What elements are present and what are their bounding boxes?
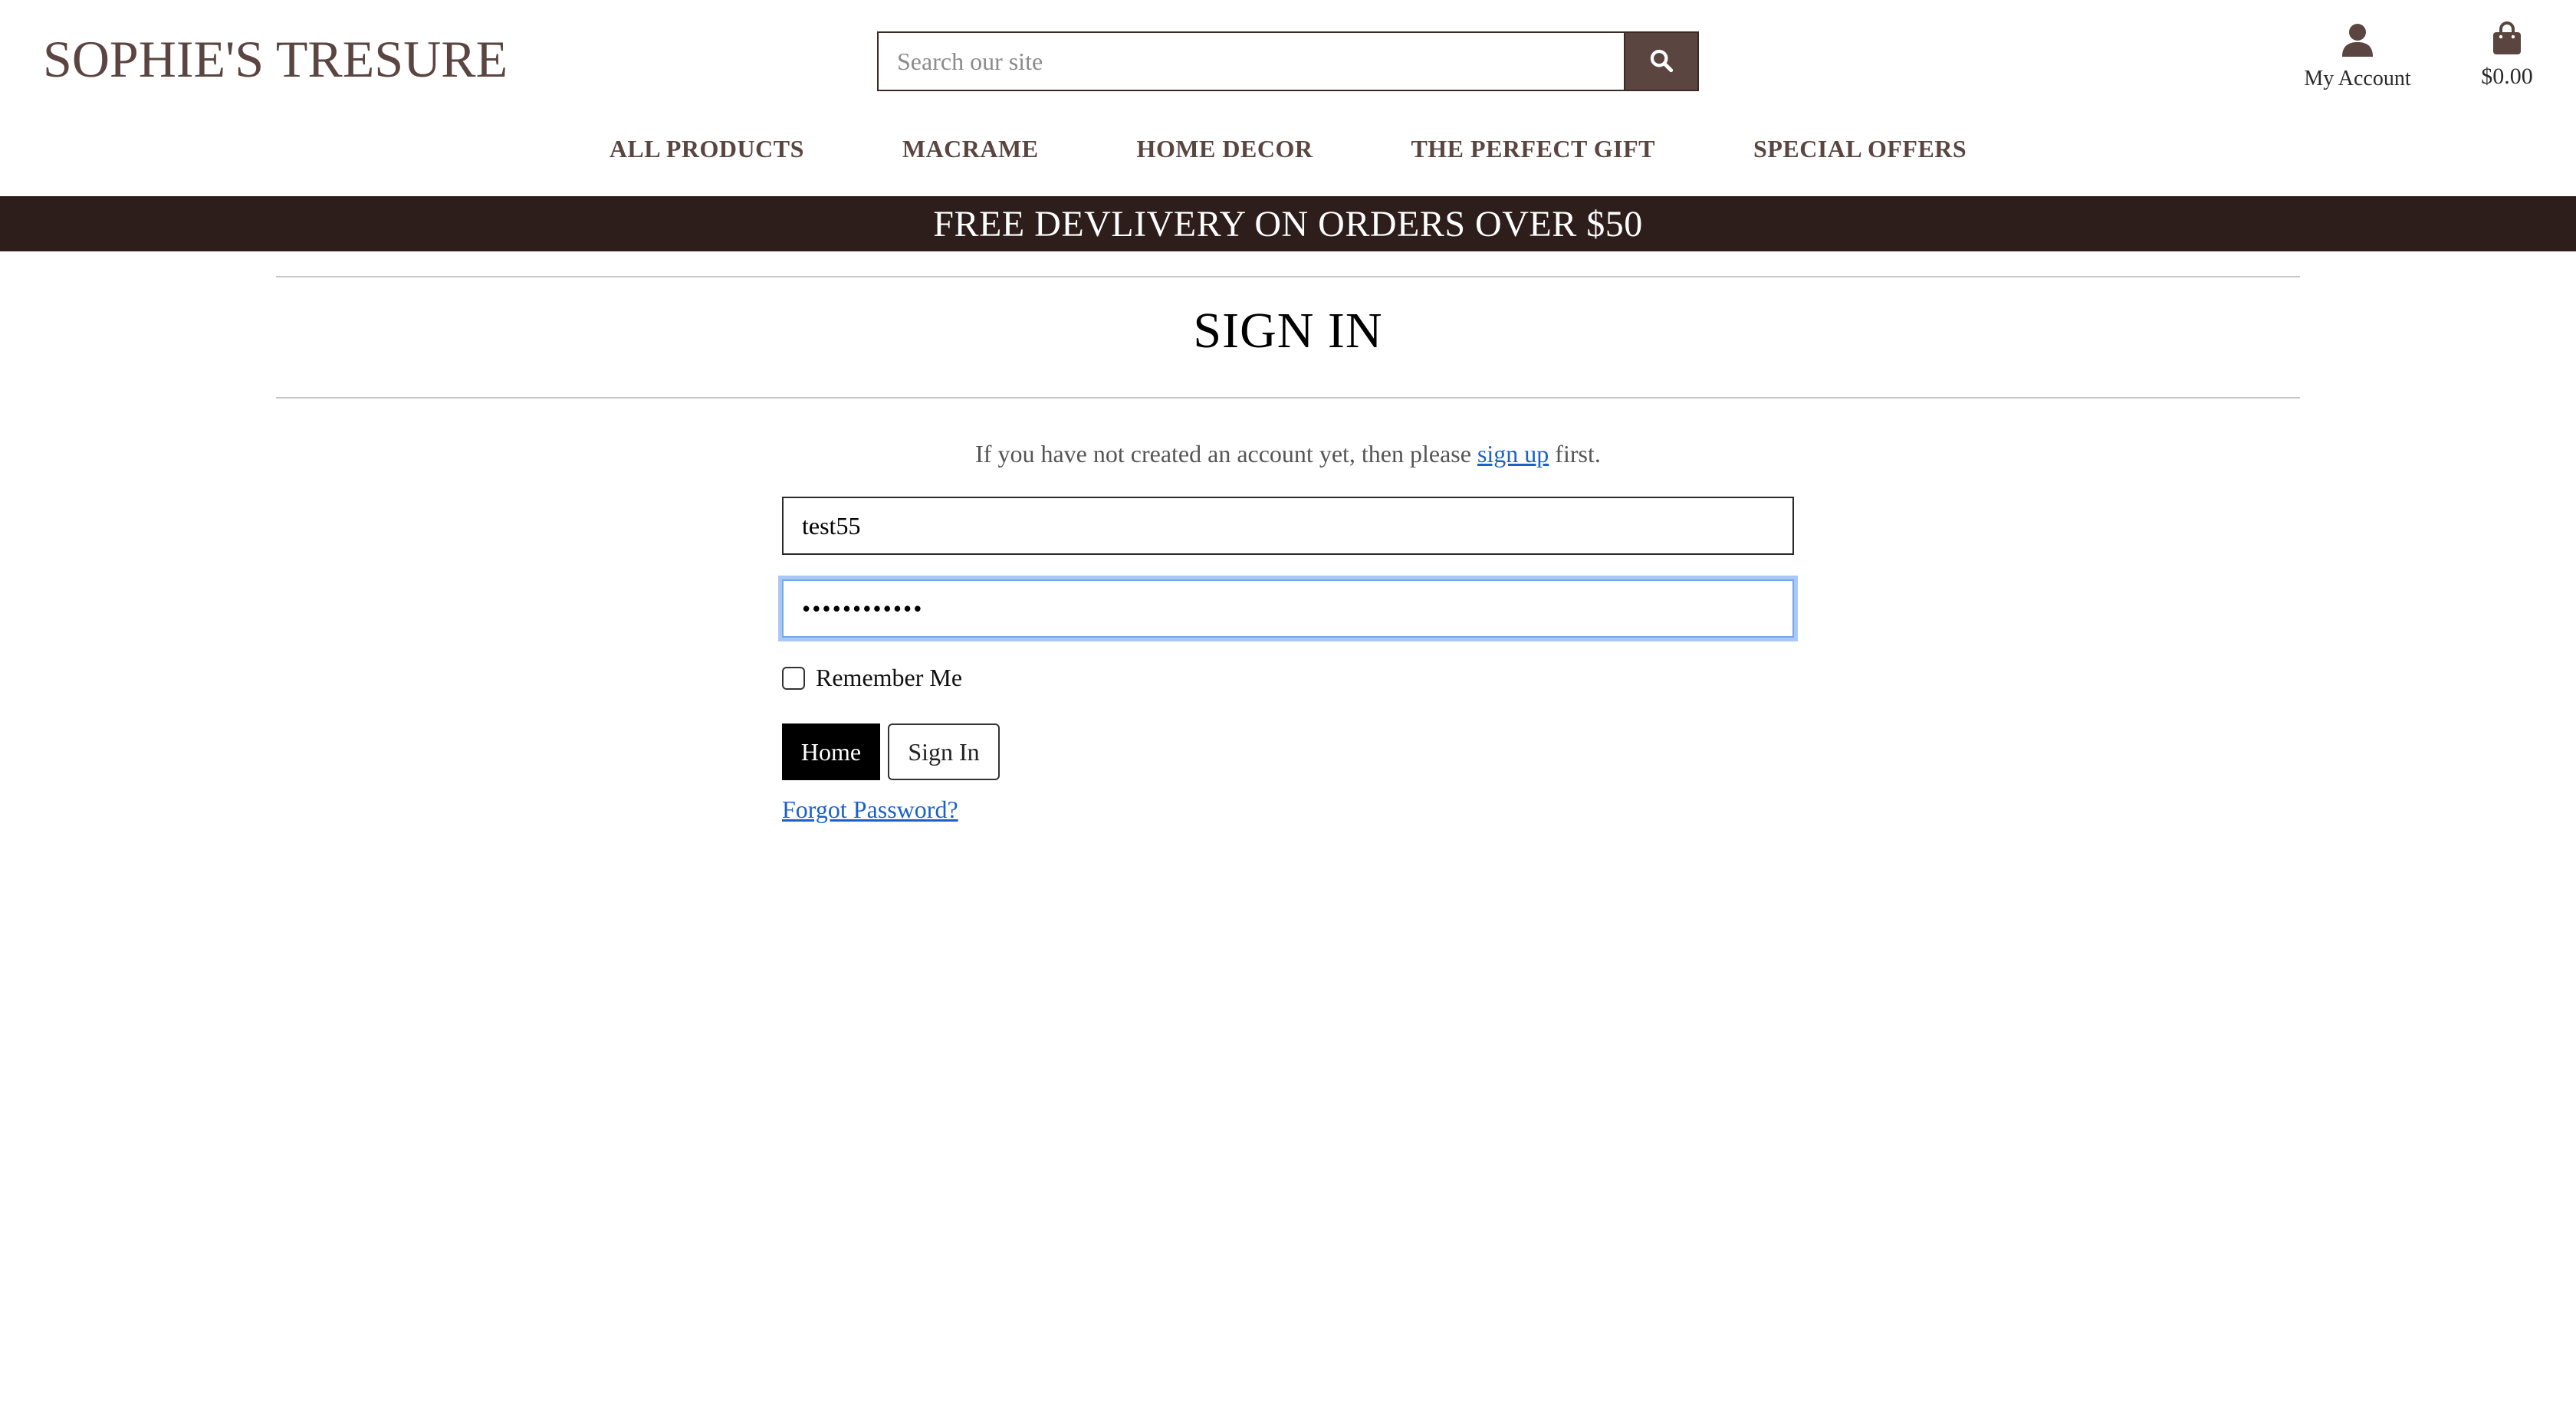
nav-home-decor[interactable]: HOME DECOR <box>1137 135 1313 163</box>
remember-me-checkbox[interactable] <box>782 666 805 690</box>
divider-bottom <box>276 397 2300 399</box>
username-field[interactable] <box>782 497 1794 555</box>
signup-prompt-after: first. <box>1549 440 1601 468</box>
cart-link[interactable]: $0.00 <box>2469 21 2545 90</box>
promo-banner: FREE DEVLIVERY ON ORDERS OVER $50 <box>0 196 2576 251</box>
search-input[interactable] <box>877 31 1624 91</box>
main-nav: ALL PRODUCTS MACRAME HOME DECOR THE PERF… <box>0 135 2576 163</box>
search-button[interactable] <box>1624 31 1699 91</box>
signup-prompt: If you have not created an account yet, … <box>0 437 2576 471</box>
nav-macrame[interactable]: MACRAME <box>902 135 1039 163</box>
nav-special-offers[interactable]: SPECIAL OFFERS <box>1753 135 1967 163</box>
signup-prompt-before: If you have not created an account yet, … <box>975 440 1477 468</box>
nav-all-products[interactable]: ALL PRODUCTS <box>610 135 804 163</box>
my-account-link[interactable]: My Account <box>2292 23 2423 91</box>
shopping-bag-icon <box>2492 21 2522 59</box>
site-logo[interactable]: SOPHIE'S TRESURE <box>43 28 508 90</box>
my-account-label: My Account <box>2304 67 2411 90</box>
forgot-password-link[interactable]: Forgot Password? <box>782 796 958 824</box>
divider-top <box>276 276 2300 277</box>
home-button[interactable]: Home <box>782 723 880 780</box>
search-icon <box>1648 48 1674 76</box>
user-icon <box>2342 23 2373 62</box>
page-title: SIGN IN <box>1193 303 1383 359</box>
password-field[interactable] <box>782 579 1794 638</box>
search-bar <box>877 31 1699 91</box>
nav-the-perfect-gift[interactable]: THE PERFECT GIFT <box>1411 135 1655 163</box>
remember-me-row: Remember Me <box>782 664 962 692</box>
remember-me-label[interactable]: Remember Me <box>816 664 962 692</box>
signup-link[interactable]: sign up <box>1477 440 1549 468</box>
sign-in-button[interactable]: Sign In <box>888 723 1000 780</box>
cart-total: $0.00 <box>2481 64 2533 89</box>
promo-banner-text: FREE DEVLIVERY ON ORDERS OVER $50 <box>933 203 1643 244</box>
